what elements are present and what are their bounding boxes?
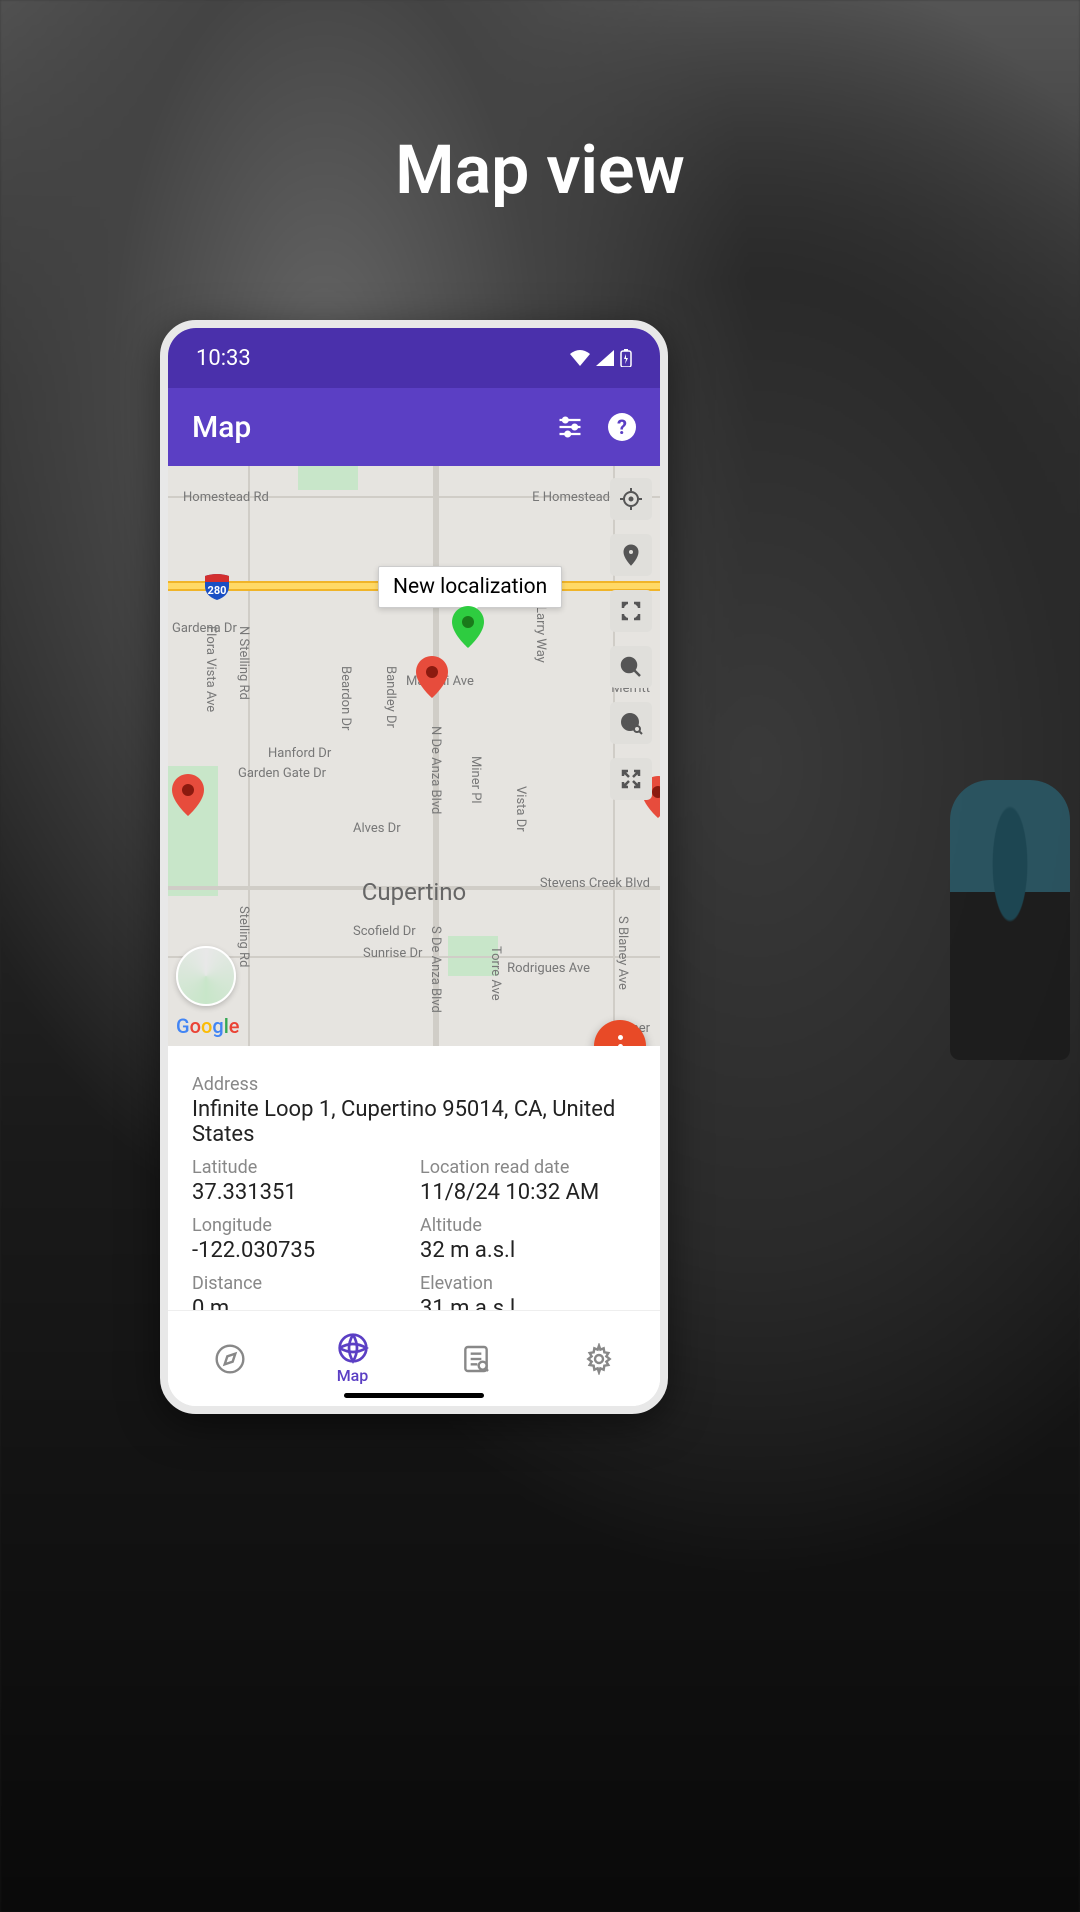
street-label: Garden Gate Dr bbox=[238, 766, 326, 781]
svg-text:280: 280 bbox=[208, 584, 227, 597]
status-time: 10:33 bbox=[196, 346, 251, 371]
park-area bbox=[298, 466, 358, 490]
page-title: Map view bbox=[0, 130, 1080, 210]
street-label: N Stelling Rd bbox=[236, 626, 251, 700]
address-label: Address bbox=[192, 1074, 636, 1095]
map-pin-red[interactable] bbox=[416, 656, 448, 698]
street-label: Stevens Creek Blvd bbox=[540, 876, 650, 891]
elevation-label: Elevation bbox=[420, 1273, 636, 1294]
street-label: Scofield Dr bbox=[353, 924, 416, 939]
read-date-label: Location read date bbox=[420, 1157, 636, 1178]
search-button[interactable] bbox=[610, 646, 652, 688]
street-label: Vista Dr bbox=[513, 786, 528, 832]
longitude-value: -122.030735 bbox=[192, 1238, 408, 1263]
google-attribution: Google bbox=[176, 1014, 240, 1038]
street-label: Sunrise Dr bbox=[363, 946, 422, 961]
read-date-value: 11/8/24 10:32 AM bbox=[420, 1180, 636, 1205]
street-label: Stelling Rd bbox=[236, 906, 251, 967]
map-pin-red[interactable] bbox=[172, 774, 204, 816]
map-tooltip[interactable]: New localization bbox=[378, 566, 562, 608]
altitude-label: Altitude bbox=[420, 1215, 636, 1236]
gear-icon bbox=[583, 1343, 615, 1375]
signal-icon bbox=[596, 350, 614, 366]
city-label: Cupertino bbox=[362, 878, 466, 906]
street-label: Alves Dr bbox=[353, 821, 401, 836]
bottom-nav: Map bbox=[168, 1310, 660, 1406]
nav-settings[interactable] bbox=[583, 1343, 615, 1375]
fullscreen-button[interactable] bbox=[610, 590, 652, 632]
map-pin-green[interactable] bbox=[452, 606, 484, 648]
place-marker-button[interactable] bbox=[610, 534, 652, 576]
app-bar-title: Map bbox=[192, 410, 251, 445]
battery-icon bbox=[620, 349, 632, 367]
home-indicator bbox=[344, 1393, 484, 1398]
street-label: Rodrigues Ave bbox=[507, 961, 590, 976]
compass-icon bbox=[214, 1343, 246, 1375]
phone-frame: 10:33 Map ? 280 Homestead Rd E Homestead… bbox=[160, 320, 668, 1414]
street-label: Larry Way bbox=[533, 606, 548, 663]
latitude-label: Latitude bbox=[192, 1157, 408, 1178]
my-location-button[interactable] bbox=[610, 478, 652, 520]
street-label: Bandley Dr bbox=[383, 666, 398, 728]
distance-label: Distance bbox=[192, 1273, 408, 1294]
longitude-label: Longitude bbox=[192, 1215, 408, 1236]
street-label: Miner Pl bbox=[468, 756, 483, 804]
nav-compass[interactable] bbox=[214, 1343, 246, 1375]
map-canvas[interactable]: 280 Homestead Rd E Homestead Gardena Dr … bbox=[168, 466, 660, 1046]
more-vertical-icon bbox=[618, 1035, 623, 1047]
globe-search-button[interactable] bbox=[610, 702, 652, 744]
expand-button[interactable] bbox=[610, 758, 652, 800]
street-label: N De Anza Blvd bbox=[428, 726, 443, 814]
altitude-value: 32 m a.s.l bbox=[420, 1238, 636, 1263]
help-icon[interactable]: ? bbox=[608, 413, 636, 441]
interstate-shield-icon: 280 bbox=[203, 572, 231, 600]
nav-map[interactable]: Map bbox=[337, 1332, 369, 1385]
street-label: E Homestead bbox=[532, 490, 610, 505]
street-label: Homestead Rd bbox=[183, 490, 269, 505]
street-label: Flora Vista Ave bbox=[203, 626, 218, 712]
background-hiker bbox=[950, 780, 1070, 1060]
street-label: Torre Ave bbox=[488, 946, 503, 1001]
nav-list[interactable] bbox=[460, 1343, 492, 1375]
sliders-icon[interactable] bbox=[556, 413, 584, 441]
globe-icon bbox=[337, 1332, 369, 1364]
street-label: S Blaney Ave bbox=[615, 916, 630, 990]
nav-map-label: Map bbox=[337, 1366, 369, 1385]
wifi-icon bbox=[570, 350, 590, 366]
minimap[interactable] bbox=[176, 946, 236, 1006]
address-value: Infinite Loop 1, Cupertino 95014, CA, Un… bbox=[192, 1097, 636, 1147]
street-label: S De Anza Blvd bbox=[428, 926, 443, 1013]
street-label: Hanford Dr bbox=[268, 746, 331, 761]
street-label: Beardon Dr bbox=[338, 666, 353, 730]
app-bar: Map ? bbox=[168, 388, 660, 466]
latitude-value: 37.331351 bbox=[192, 1180, 408, 1205]
status-bar: 10:33 bbox=[168, 328, 660, 388]
list-icon bbox=[460, 1343, 492, 1375]
